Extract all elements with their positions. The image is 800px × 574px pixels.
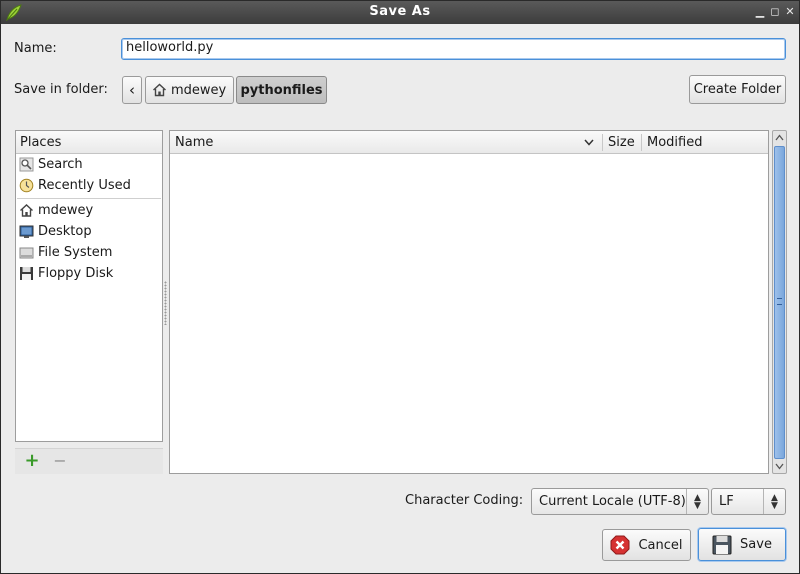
- home-icon: [20, 204, 33, 217]
- column-size-label: Size: [608, 135, 635, 150]
- cancel-label: Cancel: [638, 537, 683, 553]
- updown-arrows-icon: ▲ ▼: [763, 489, 785, 514]
- places-item-home[interactable]: mdewey: [16, 200, 162, 221]
- filename-input[interactable]: helloworld.py: [121, 38, 786, 60]
- places-panel: Places Search Recently Used mdewey Deskt…: [15, 130, 163, 442]
- sort-chevron-down-icon: [584, 139, 594, 146]
- places-header[interactable]: Places: [16, 131, 162, 154]
- crumb-home-label: mdewey: [171, 82, 227, 98]
- places-item-floppy[interactable]: Floppy Disk: [16, 263, 162, 284]
- encoding-select-value: Current Locale (UTF-8): [539, 494, 686, 509]
- file-list-body[interactable]: [170, 154, 768, 473]
- places-header-label: Places: [20, 135, 62, 150]
- crumb-home-button[interactable]: mdewey: [145, 76, 234, 104]
- path-back-button[interactable]: ‹: [122, 76, 142, 104]
- pane-splitter[interactable]: [164, 281, 167, 325]
- search-icon: [19, 157, 34, 172]
- title-bar[interactable]: Save As ▁ ◻ ✕: [1, 1, 799, 24]
- scroll-down-icon[interactable]: [775, 463, 784, 470]
- places-item-label: Floppy Disk: [38, 266, 114, 281]
- save-in-folder-label: Save in folder:: [14, 82, 108, 97]
- column-size-header[interactable]: Size: [603, 131, 641, 154]
- places-item-label: Recently Used: [38, 178, 131, 193]
- window-title: Save As: [369, 4, 431, 19]
- name-label-text: Name:: [14, 41, 57, 56]
- cancel-button[interactable]: Cancel: [602, 529, 691, 561]
- maximize-icon[interactable]: ◻: [768, 5, 782, 19]
- line-ending-select[interactable]: LF ▲ ▼: [711, 488, 786, 515]
- thumb-grip: [777, 298, 782, 305]
- scroll-up-icon[interactable]: [775, 134, 784, 141]
- column-modified-label: Modified: [647, 135, 703, 150]
- column-name-header[interactable]: Name: [170, 131, 602, 154]
- updown-arrows-icon: ▲ ▼: [686, 489, 708, 514]
- drive-icon: [19, 247, 34, 259]
- encoding-select[interactable]: Current Locale (UTF-8) ▲ ▼: [531, 488, 709, 515]
- minimize-icon[interactable]: ▁: [753, 5, 767, 19]
- cancel-icon: [610, 535, 630, 555]
- save-button[interactable]: Save: [698, 528, 786, 561]
- desktop-icon: [19, 225, 34, 238]
- file-list-panel: Name Size Modified: [169, 130, 769, 474]
- places-item-recently-used[interactable]: Recently Used: [16, 175, 162, 196]
- name-label: Name:: [14, 41, 57, 56]
- character-coding-label: Character Coding:: [405, 493, 524, 508]
- crumb-current-button[interactable]: pythonfiles: [236, 76, 327, 104]
- home-icon: [153, 83, 166, 97]
- column-name-label: Name: [175, 135, 214, 150]
- clock-icon: [19, 178, 34, 193]
- line-ending-select-value: LF: [719, 494, 734, 509]
- save-as-dialog: Save As ▁ ◻ ✕ Name: helloworld.py Save i…: [0, 0, 800, 574]
- file-list-header: Name Size Modified: [170, 131, 768, 154]
- save-floppy-icon: [712, 535, 732, 554]
- floppy-icon: [20, 267, 33, 280]
- create-folder-button[interactable]: Create Folder: [689, 75, 786, 104]
- places-item-label: File System: [38, 245, 113, 260]
- places-toolbar: + −: [15, 448, 163, 474]
- places-item-label: mdewey: [38, 203, 94, 218]
- remove-bookmark-button[interactable]: −: [51, 452, 69, 470]
- file-list-scrollbar[interactable]: [772, 130, 787, 474]
- places-separator: [17, 198, 161, 199]
- close-icon[interactable]: ✕: [783, 5, 797, 19]
- places-item-search[interactable]: Search: [16, 154, 162, 175]
- places-item-desktop[interactable]: Desktop: [16, 221, 162, 242]
- add-bookmark-button[interactable]: +: [23, 452, 41, 470]
- places-item-label: Desktop: [38, 224, 92, 239]
- places-item-file-system[interactable]: File System: [16, 242, 162, 263]
- places-item-label: Search: [38, 157, 83, 172]
- scrollbar-thumb[interactable]: [774, 146, 785, 459]
- crumb-current-label: pythonfiles: [240, 82, 323, 98]
- column-modified-header[interactable]: Modified: [642, 131, 768, 154]
- save-label: Save: [740, 537, 772, 552]
